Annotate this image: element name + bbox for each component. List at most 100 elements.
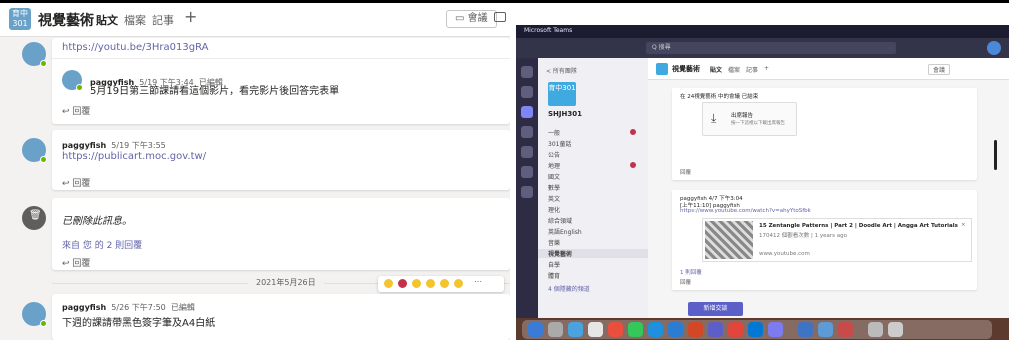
like-icon[interactable] [384, 279, 393, 288]
reply-button[interactable]: ↩ 回覆 [62, 104, 90, 117]
menu-bar: Microsoft Teams [516, 25, 1009, 38]
scrollbar[interactable] [994, 140, 997, 170]
close-icon[interactable]: × [961, 222, 966, 228]
meet-button[interactable]: 會議 [928, 64, 951, 75]
message-meta: paggyfish 5/26 下午7:50 已編輯 [62, 302, 195, 313]
channel-item[interactable]: 音樂 [548, 238, 560, 247]
settings-icon[interactable] [798, 322, 813, 337]
replies-link[interactable]: 來自 您 的 2 則回覆 [62, 238, 142, 251]
meeting-card: 在 24視覺藝術 中的會議 已結束 ⤓ 出席報告 按一下這裡以下載出席報告 回覆 [672, 88, 977, 180]
chrome-icon[interactable] [728, 322, 743, 337]
attendance-report-card[interactable]: ⤓ 出席報告 按一下這裡以下載出席報告 [702, 102, 797, 136]
heart-icon[interactable] [398, 279, 407, 288]
expand-icon[interactable] [494, 12, 506, 22]
channel-item[interactable]: 理化 [548, 205, 560, 214]
channel-item[interactable]: 綜合領域 [548, 216, 572, 225]
teams-icon[interactable] [708, 322, 723, 337]
channel-item[interactable]: 一般 [548, 128, 560, 137]
add-tab-button[interactable]: + [764, 65, 769, 72]
calendar-icon[interactable] [521, 146, 533, 158]
teams-icon[interactable] [521, 106, 533, 118]
app-rail [516, 58, 538, 318]
new-conversation-button[interactable]: 新增交談 [688, 302, 743, 316]
divider [52, 58, 510, 59]
avatar[interactable] [62, 70, 83, 91]
word-icon[interactable] [668, 322, 683, 337]
channel-item[interactable]: 英文 [548, 194, 560, 203]
surprised-icon[interactable] [426, 279, 435, 288]
search-input[interactable]: Q 搜尋 [646, 42, 896, 54]
messages-icon[interactable] [628, 322, 643, 337]
chat-icon[interactable] [521, 86, 533, 98]
channel-item[interactable]: 公告 [548, 150, 560, 159]
reaction-bar[interactable]: ⋯ [378, 276, 504, 292]
channel-header: 育中301 視覺藝術 貼文 檔案 記事 + ▭ 會議 [0, 0, 510, 37]
reply-button[interactable]: 回覆 [680, 278, 691, 286]
profile-avatar[interactable] [987, 41, 1001, 55]
folder-icon[interactable] [868, 322, 883, 337]
channel-item-selected[interactable]: 視覺藝術 [538, 249, 648, 258]
reply-label: 回覆 [72, 179, 91, 189]
reply-button[interactable]: 回覆 [680, 168, 691, 176]
calls-icon[interactable] [521, 166, 533, 178]
link-preview-card[interactable]: 15 Zentangle Patterns | Part 2 | Doodle … [702, 218, 972, 262]
appstore-icon[interactable] [648, 322, 663, 337]
sad-icon[interactable] [440, 279, 449, 288]
more-options-icon[interactable]: ⋯ [474, 277, 494, 286]
add-tab-button[interactable]: + [184, 7, 197, 26]
preview-icon[interactable] [818, 322, 833, 337]
tab-posts[interactable]: 貼文 [710, 65, 722, 74]
finder-icon[interactable] [528, 322, 543, 337]
tab-wiki[interactable]: 記事 [746, 65, 758, 74]
message-card: 已刪除此訊息。 來自 您 的 2 則回覆 ↩ 回覆 [52, 198, 510, 270]
photos-icon[interactable] [588, 322, 603, 337]
avatar[interactable] [22, 138, 47, 163]
hidden-channels-link[interactable]: 4 個隱藏的頻道 [548, 284, 590, 293]
message-card: paggyfish 4/7 下午3:04 [上午11:10] paggyfish… [672, 190, 977, 290]
channel-item[interactable]: 自學 [548, 260, 560, 269]
reply-button[interactable]: ↩ 回覆 [62, 256, 90, 269]
file-subtitle: 按一下這裡以下載出席報告 [731, 121, 785, 126]
channel-item[interactable]: 英語English [548, 227, 582, 236]
edge-icon[interactable] [748, 322, 763, 337]
presence-icon [40, 156, 47, 163]
back-to-teams-link[interactable]: < 所有團隊 [546, 66, 577, 75]
channel-item[interactable]: 體育 [548, 271, 560, 280]
tab-posts[interactable]: 貼文 [96, 12, 118, 28]
activity-icon[interactable] [521, 66, 533, 78]
acrobat-icon[interactable] [838, 322, 853, 337]
calendar-icon[interactable] [608, 322, 623, 337]
replies-link[interactable]: 1 則回覆 [680, 268, 702, 276]
files-icon[interactable] [521, 186, 533, 198]
channel-item[interactable]: 301童話 [548, 139, 571, 148]
tab-files[interactable]: 檔案 [124, 12, 146, 28]
message-link[interactable]: https://publicart.moc.gov.tw/ [62, 151, 206, 162]
zoom-icon[interactable] [768, 322, 783, 337]
avatar[interactable] [22, 302, 47, 327]
reply-button[interactable]: ↩ 回覆 [62, 176, 90, 189]
message-meta: paggyfish 5/19 下午3:55 [62, 140, 166, 151]
trash-icon[interactable] [888, 322, 903, 337]
channel-item[interactable]: 地理 [548, 161, 560, 170]
tab-files[interactable]: 檔案 [728, 65, 740, 74]
assignments-icon[interactable] [521, 126, 533, 138]
message-card: https://youtu.be/3Hra013gRA paggyfish 5/… [52, 38, 510, 124]
meet-button[interactable]: ▭ 會議 [446, 10, 497, 28]
message-link[interactable]: https://youtu.be/3Hra013gRA [62, 42, 208, 53]
laugh-icon[interactable] [412, 279, 421, 288]
angry-icon[interactable] [454, 279, 463, 288]
video-icon: ▭ [455, 13, 468, 24]
meet-label: 會議 [467, 13, 488, 24]
team-avatar[interactable]: 育中301 [9, 8, 31, 30]
tab-wiki[interactable]: 記事 [152, 12, 174, 28]
launchpad-icon[interactable] [548, 322, 563, 337]
powerpoint-icon[interactable] [688, 322, 703, 337]
message-text: 下週的課請帶黑色簽字筆及A4白紙 [62, 318, 216, 329]
video-thumbnail [705, 221, 753, 259]
safari-icon[interactable] [568, 322, 583, 337]
channel-item[interactable]: 數學 [548, 183, 560, 192]
avatar[interactable] [22, 42, 47, 67]
channel-item[interactable]: 國文 [548, 172, 560, 181]
laptop-screen-right: Microsoft Teams Q 搜尋 < 所有團隊 育中301 SHJH30… [516, 25, 1009, 340]
message-link[interactable]: https://www.youtube.com/watch?v=ahyYtoSf… [680, 208, 811, 214]
